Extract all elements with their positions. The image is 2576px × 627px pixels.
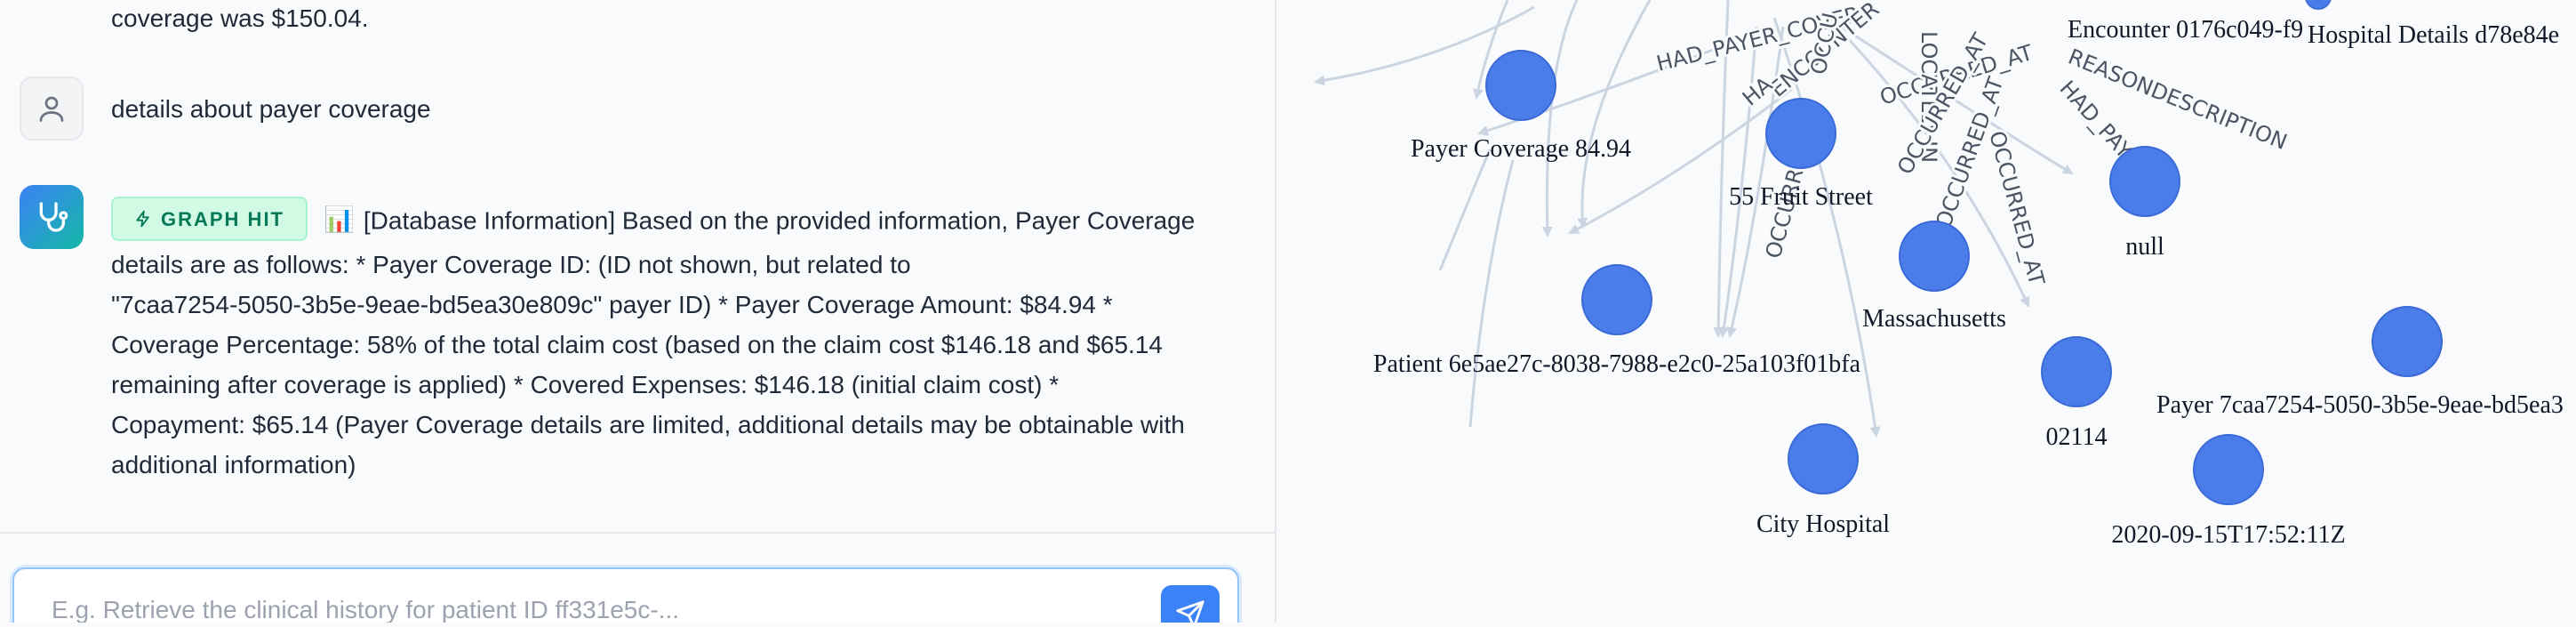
- graph-node-massachusetts[interactable]: [1899, 221, 1970, 292]
- node-label-massachusetts: Massachusetts: [1862, 305, 2006, 333]
- edge-to-massachusetts: [1541, 0, 1579, 237]
- assistant-line-6: Copayment: $65.14 (Payer Coverage detail…: [111, 411, 1185, 438]
- graph-node-encounter[interactable]: [2305, 0, 2332, 10]
- edge-to-city-hospital: [1468, 159, 1515, 428]
- node-label-patient: Patient 6e5ae27c-8038-7988-e2c0-25a103f0…: [1373, 350, 1861, 378]
- graph-node-payer[interactable]: [2372, 306, 2443, 377]
- user-icon: [39, 96, 64, 122]
- node-label-encounter: Encounter 0176c049-f9: [2068, 16, 2303, 44]
- edge-occurred-at-c: [1726, 26, 1785, 338]
- graph-node-address[interactable]: [1765, 98, 1836, 169]
- assistant-avatar: [20, 185, 84, 249]
- graph-hit-badge: GRAPH HIT: [111, 197, 308, 241]
- graph-node-timestamp[interactable]: [2193, 434, 2264, 505]
- assistant-line-3: "7caa7254-5050-3b5e-9eae-bd5ea30e809c" p…: [111, 291, 1113, 318]
- graph-node-patient[interactable]: [1581, 264, 1652, 335]
- assistant-line-1: GRAPH HIT 📊 [Database Information] Based …: [111, 197, 1267, 245]
- graph-node-city-hospital[interactable]: [1788, 423, 1859, 494]
- assistant-line-5: remaining after coverage is applied) * C…: [111, 371, 1060, 398]
- assistant-text-1: [Database Information] Based on the prov…: [363, 206, 1196, 235]
- query-input[interactable]: [50, 587, 1120, 623]
- graph-node-zip[interactable]: [2041, 336, 2112, 407]
- node-label-payer: Payer 7caa7254-5050-3b5e-9eae-bd5ea3: [2156, 391, 2564, 419]
- node-label-city-hospital: City Hospital: [1756, 510, 1890, 538]
- assistant-line-7: additional information): [111, 451, 356, 478]
- composer: [12, 567, 1239, 623]
- knowledge-graph[interactable]: HAD_PAYER_COVERA ENCOUNTER HA OCCU OCCUR…: [1276, 0, 2576, 623]
- previous-message-tail: coverage was $150.04.: [111, 4, 369, 32]
- edge-address-to-patient: [1438, 149, 1492, 271]
- node-label-hospital-details: Hospital Details d78e84e: [2308, 21, 2559, 49]
- graph-hit-label: GRAPH HIT: [161, 207, 284, 230]
- stethoscope-icon: [39, 202, 68, 232]
- graph-node-payer-coverage[interactable]: [1485, 50, 1556, 121]
- user-avatar: [20, 76, 84, 141]
- assistant-line-4: Coverage Percentage: 58% of the total cl…: [111, 331, 1163, 358]
- chat-panel: coverage was $150.04. details about paye…: [0, 0, 1275, 623]
- send-icon: [1176, 600, 1204, 623]
- lightning-icon: [136, 210, 149, 228]
- assistant-line-2: details are as follows: * Payer Coverage…: [111, 251, 911, 278]
- send-button[interactable]: [1161, 585, 1220, 623]
- assistant-message: GRAPH HIT 📊 [Database Information] Based …: [111, 197, 1267, 485]
- node-label-timestamp: 2020-09-15T17:52:11Z: [2111, 521, 2345, 549]
- graph-panel[interactable]: HAD_PAYER_COVERA ENCOUNTER HA OCCU OCCUR…: [1276, 0, 2576, 623]
- node-label-payer-coverage: Payer Coverage 84.94: [1411, 135, 1631, 163]
- node-label-zip: 02114: [2046, 423, 2108, 451]
- graph-node-null[interactable]: [2109, 146, 2180, 217]
- user-message: details about payer coverage: [111, 95, 431, 123]
- node-label-address: 55 Fruit Street: [1729, 183, 1873, 211]
- bar-chart-icon: 📊: [324, 205, 355, 233]
- node-label-null: null: [2125, 233, 2164, 261]
